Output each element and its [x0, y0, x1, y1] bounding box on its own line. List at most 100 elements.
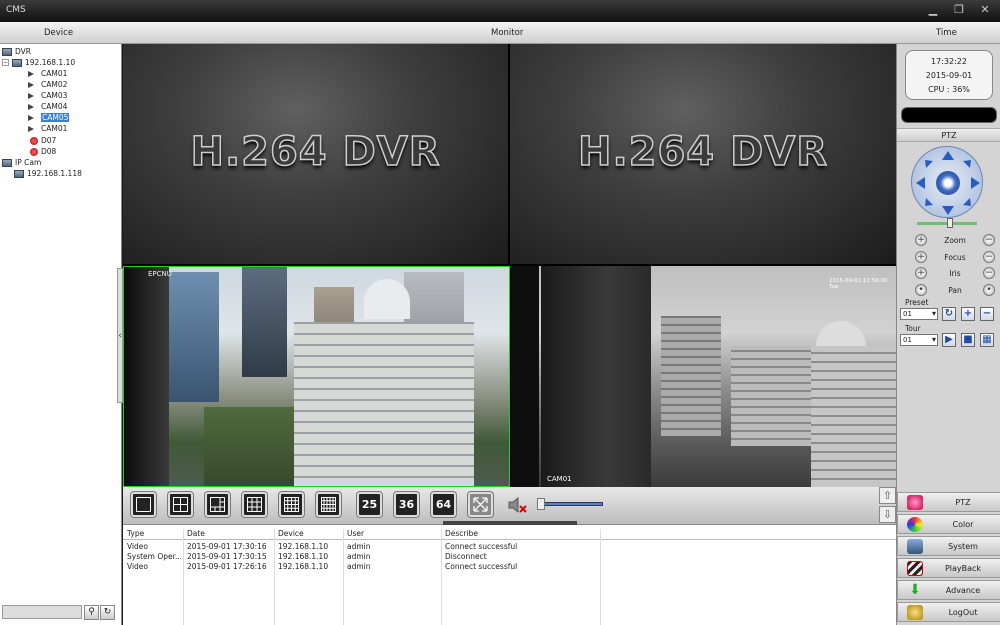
preset-remove-icon[interactable]: − — [980, 307, 994, 321]
log-table: Type Date Device User Describe Video 201… — [123, 525, 896, 625]
video-tile-3[interactable]: EPCNU — [123, 266, 510, 487]
ptz-direction-pad[interactable] — [911, 146, 983, 218]
tree-channel-selected[interactable]: CAM05 — [28, 112, 70, 123]
fullscreen-icon — [473, 497, 488, 512]
camera-icon — [28, 125, 34, 132]
tour-grid-icon[interactable]: ▦ — [980, 333, 994, 347]
device-tree-panel: DVR − 192.168.1.10 CAM01 CAM02 CAM03 CAM… — [0, 44, 122, 625]
camera-icon — [28, 92, 34, 99]
layout-16-button[interactable] — [279, 492, 304, 517]
scroll-up-arrow-icon[interactable]: ⇧ — [879, 487, 896, 504]
video-tile-2[interactable]: H.264 DVR — [510, 44, 896, 265]
ipcam-folder-icon — [2, 158, 12, 167]
layout-9-button[interactable] — [242, 492, 267, 517]
download-arrow-icon: ⬇ — [909, 582, 921, 598]
log-col-type[interactable]: Type — [127, 529, 144, 538]
dvr-logo-text: H.264 DVR — [577, 128, 829, 176]
monitor-header: Monitor — [491, 28, 524, 38]
pan-stop-icon[interactable]: • — [982, 284, 995, 296]
camera-icon — [28, 114, 34, 121]
clock-time: 17:32:22 — [931, 57, 967, 66]
tree-channel[interactable]: CAM01 — [28, 68, 67, 79]
menu-advance-button[interactable]: ⬇ Advance — [897, 580, 1000, 600]
menu-color-button[interactable]: Color — [897, 514, 1000, 534]
dvr-device-icon — [12, 58, 22, 67]
pan-start-icon[interactable]: • — [915, 284, 927, 296]
time-header: Time — [936, 28, 957, 38]
menu-logout-button[interactable]: LogOut — [897, 602, 1000, 622]
tour-play-icon[interactable]: ▶ — [942, 333, 956, 347]
tree-channel[interactable]: D07 — [30, 135, 56, 146]
cpu-usage: CPU : 36% — [928, 85, 970, 94]
menu-ptz-button[interactable]: PTZ — [897, 492, 1000, 512]
right-control-panel: 17:32:22 2015-09-01 CPU : 36% PTZ + Zoom… — [896, 44, 1000, 625]
iris-control: + Iris − — [915, 266, 995, 280]
zoom-control: + Zoom − — [915, 233, 995, 247]
layout-25-button[interactable]: 25 — [357, 492, 382, 517]
zoom-out-icon[interactable]: − — [983, 234, 995, 246]
tree-channel[interactable]: CAM02 — [28, 79, 67, 90]
tree-channel[interactable]: D08 — [30, 146, 56, 157]
zoom-in-icon[interactable]: + — [915, 234, 927, 246]
scroll-down-arrow-icon[interactable]: ⇩ — [879, 506, 896, 523]
dvr-folder-icon — [2, 47, 12, 56]
ptz-center-button[interactable] — [936, 171, 960, 195]
ptz-speed-knob[interactable] — [947, 218, 953, 228]
tour-stop-icon[interactable]: ■ — [961, 333, 975, 347]
camera-icon — [28, 70, 34, 77]
menu-playback-button[interactable]: PlayBack — [897, 558, 1000, 578]
iris-minus-icon[interactable]: − — [982, 267, 995, 279]
layout-64-button[interactable]: 64 — [431, 492, 456, 517]
offline-channel-icon — [30, 136, 38, 145]
tree-dvr-host[interactable]: − 192.168.1.10 — [2, 57, 75, 68]
iris-plus-icon[interactable]: + — [915, 267, 927, 279]
minimize-button[interactable]: ▁ — [926, 4, 940, 16]
system-icon — [907, 539, 923, 554]
table-row[interactable]: Video 2015-09-01 17:26:16 192.168.1.10 a… — [123, 562, 896, 572]
log-col-describe[interactable]: Describe — [445, 529, 478, 538]
close-button[interactable]: ✕ — [978, 4, 992, 16]
focus-minus-icon[interactable]: − — [982, 251, 995, 263]
osd-label: EPCNU — [148, 270, 172, 278]
color-palette-icon — [907, 517, 923, 532]
preset-label: Preset — [905, 298, 929, 307]
volume-slider[interactable] — [543, 502, 603, 506]
layout-4-button[interactable] — [168, 492, 193, 517]
focus-plus-icon[interactable]: + — [915, 251, 927, 263]
log-col-device[interactable]: Device — [278, 529, 304, 538]
layout-1-icon — [136, 497, 151, 512]
video-tile-1[interactable]: H.264 DVR — [123, 44, 509, 265]
table-row[interactable]: System Oper... 2015-09-01 17:30:15 192.1… — [123, 552, 896, 562]
layout-6-button[interactable] — [205, 492, 230, 517]
clapperboard-icon — [907, 561, 923, 576]
log-col-date[interactable]: Date — [187, 529, 205, 538]
tree-ipcam-host[interactable]: 192.168.1.118 — [14, 168, 82, 179]
layout-20-icon — [321, 497, 336, 512]
layout-1-button[interactable] — [131, 492, 156, 517]
preset-add-icon[interactable]: + — [961, 307, 975, 321]
device-search-input[interactable] — [2, 605, 82, 619]
tree-channel[interactable]: CAM03 — [28, 90, 67, 101]
tree-channel[interactable]: CAM04 — [28, 101, 67, 112]
volume-slider-knob[interactable] — [537, 498, 545, 510]
menu-system-button[interactable]: System — [897, 536, 1000, 556]
restore-button[interactable]: ❐ — [952, 4, 966, 16]
preset-call-icon[interactable]: ↻ — [942, 307, 956, 321]
tree-dvr-root[interactable]: DVR — [2, 46, 31, 57]
layout-20-button[interactable] — [316, 492, 341, 517]
tree-ipcam-root[interactable]: IP Cam — [2, 157, 41, 168]
log-col-user[interactable]: User — [347, 529, 364, 538]
clock-display: 17:32:22 2015-09-01 CPU : 36% — [905, 50, 993, 100]
video-tile-4[interactable]: 2015-09-01 12:56:00 Tue CAM01 — [511, 266, 896, 487]
collapse-icon[interactable]: − — [2, 59, 9, 66]
fullscreen-button[interactable] — [468, 492, 493, 517]
mute-icon[interactable] — [507, 495, 529, 515]
preset-select[interactable]: 01 — [900, 308, 938, 320]
layout-36-button[interactable]: 36 — [394, 492, 419, 517]
search-icon[interactable]: ⚲ — [84, 605, 99, 620]
refresh-icon[interactable]: ↻ — [100, 605, 115, 620]
logout-users-icon — [907, 605, 923, 620]
tour-select[interactable]: 01 — [900, 334, 938, 346]
table-row[interactable]: Video 2015-09-01 17:30:16 192.168.1.10 a… — [123, 542, 896, 552]
tree-channel[interactable]: CAM01 — [28, 123, 67, 134]
